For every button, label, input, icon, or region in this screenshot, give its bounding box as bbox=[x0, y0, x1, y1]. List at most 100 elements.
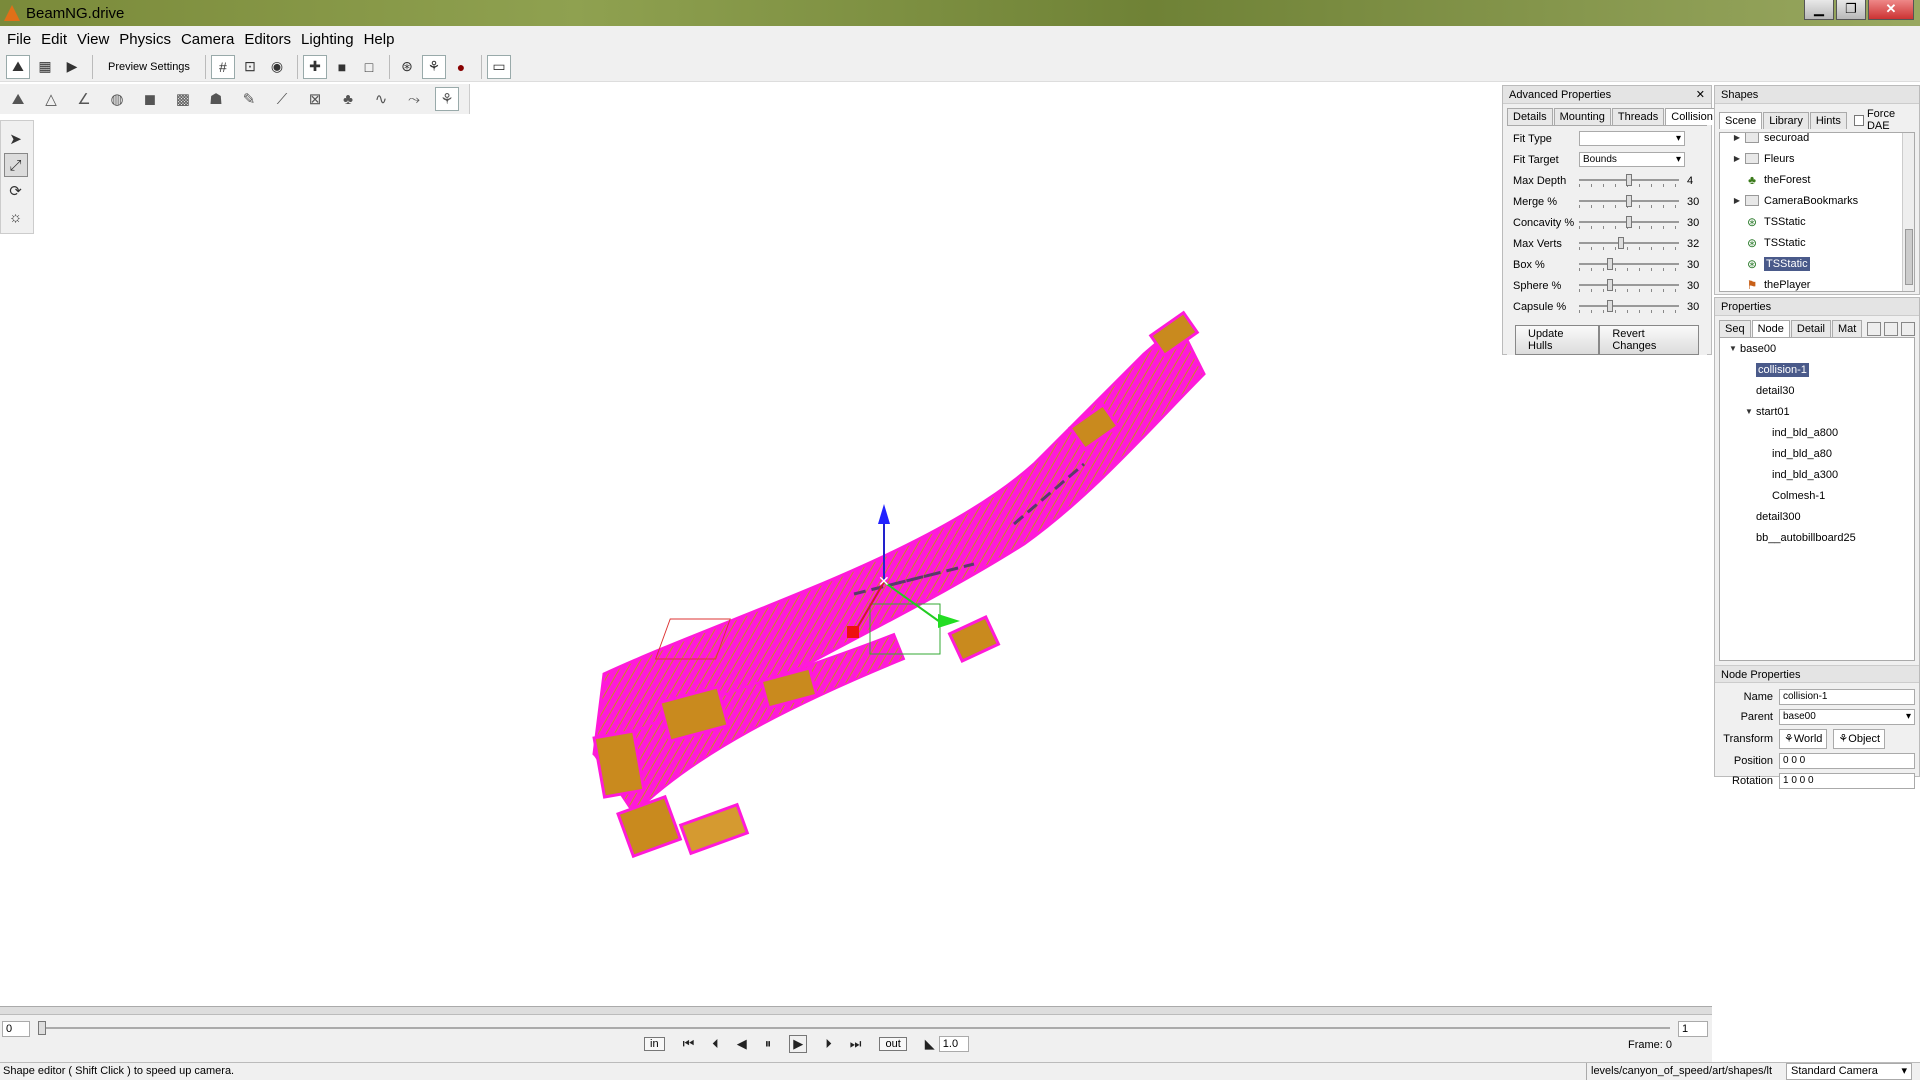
menu-view[interactable]: View bbox=[77, 31, 109, 48]
slider[interactable] bbox=[1579, 173, 1679, 189]
slider[interactable] bbox=[1579, 236, 1679, 252]
player-icon[interactable]: ☗ bbox=[204, 87, 228, 111]
camera-select[interactable]: Standard Camera bbox=[1786, 1063, 1912, 1080]
tab-scene[interactable]: Scene bbox=[1719, 111, 1763, 129]
timeline-thumb[interactable] bbox=[38, 1021, 46, 1035]
menu-edit[interactable]: Edit bbox=[41, 31, 67, 48]
scene-tree-item[interactable]: ♣ theForest bbox=[1720, 169, 1914, 190]
node-tree-item[interactable]: Colmesh-1 bbox=[1720, 485, 1914, 506]
step-forward-icon[interactable]: ⏵ bbox=[825, 1036, 832, 1052]
scene-tree-item[interactable]: ⊛ TSStatic bbox=[1720, 232, 1914, 253]
gui-editor-icon[interactable]: ▦ bbox=[33, 55, 57, 79]
maximize-button[interactable]: ❐ bbox=[1836, 0, 1866, 20]
node-tree-item[interactable]: ind_bld_a800 bbox=[1720, 422, 1914, 443]
slider-thumb[interactable] bbox=[1607, 278, 1614, 291]
move-tool-icon[interactable]: ⤢ bbox=[3, 153, 28, 177]
expand-arrow-icon[interactable]: ▼ bbox=[1726, 344, 1740, 353]
slider[interactable] bbox=[1579, 194, 1679, 210]
save-icon[interactable] bbox=[1867, 322, 1881, 336]
camera-icon[interactable]: ◉ bbox=[265, 55, 289, 79]
slider-thumb[interactable] bbox=[1607, 257, 1614, 270]
update-hulls-button[interactable]: Update Hulls bbox=[1515, 325, 1600, 355]
fit-type-select[interactable] bbox=[1579, 131, 1685, 146]
tab-seq[interactable]: Seq bbox=[1719, 320, 1751, 337]
object-icon[interactable]: ⊛ bbox=[395, 55, 419, 79]
frame-icon[interactable]: ⊠ bbox=[303, 87, 327, 111]
force-dae-checkbox[interactable]: Force DAE bbox=[1853, 108, 1915, 132]
parent-select[interactable]: base00 bbox=[1779, 709, 1915, 725]
world-button[interactable]: ⚘World bbox=[1779, 729, 1828, 749]
tab-mounting[interactable]: Mounting bbox=[1553, 108, 1611, 125]
scene-tree-item[interactable]: ▶ Fleurs bbox=[1720, 148, 1914, 169]
screen-icon[interactable]: ▭ bbox=[486, 54, 511, 79]
slider[interactable] bbox=[1579, 299, 1679, 315]
fit-target-select[interactable]: Bounds bbox=[1579, 152, 1685, 167]
in-button[interactable]: in bbox=[644, 1037, 665, 1051]
slider-thumb[interactable] bbox=[1626, 173, 1632, 186]
globe-icon[interactable]: ◍ bbox=[105, 87, 129, 111]
box-icon[interactable]: ■ bbox=[330, 55, 354, 79]
node-tree-item[interactable]: detail300 bbox=[1720, 506, 1914, 527]
world-editor-icon[interactable]: ⛰ bbox=[6, 54, 30, 79]
forest-icon[interactable]: ♣ bbox=[336, 87, 360, 111]
play-reverse-icon[interactable]: ◀ bbox=[737, 1036, 747, 1052]
snap-icon[interactable]: ✚ bbox=[302, 54, 327, 79]
pause-icon[interactable]: ⏸ bbox=[765, 1036, 772, 1052]
revert-changes-button[interactable]: Revert Changes bbox=[1599, 325, 1699, 355]
menu-help[interactable]: Help bbox=[364, 31, 395, 48]
timeline-end-field[interactable]: 1 bbox=[1678, 1021, 1708, 1037]
mesh-road-icon[interactable]: ⤳ bbox=[402, 87, 426, 111]
rotation-field[interactable]: 1 0 0 0 bbox=[1779, 773, 1915, 789]
scene-tree-item[interactable]: ▶ CameraBookmarks bbox=[1720, 190, 1914, 211]
close-button[interactable]: ✕ bbox=[1868, 0, 1914, 20]
name-field[interactable]: collision-1 bbox=[1779, 689, 1915, 705]
menu-editors[interactable]: Editors bbox=[244, 31, 291, 48]
tab-hints[interactable]: Hints bbox=[1809, 111, 1847, 129]
position-field[interactable]: 0 0 0 bbox=[1779, 753, 1915, 769]
material-icon[interactable]: ▩ bbox=[171, 87, 195, 111]
object-button[interactable]: ⚘Object bbox=[1833, 729, 1886, 749]
node-tree-item[interactable]: ind_bld_a300 bbox=[1720, 464, 1914, 485]
axis-icon[interactable]: ⚘ bbox=[421, 54, 446, 79]
scene-tree-item[interactable]: ▶ securoad bbox=[1720, 133, 1914, 148]
expand-arrow-icon[interactable]: ▼ bbox=[1742, 407, 1756, 416]
menu-camera[interactable]: Camera bbox=[181, 31, 234, 48]
mountain-icon[interactable]: △ bbox=[39, 87, 63, 111]
slider-thumb[interactable] bbox=[1626, 215, 1632, 228]
new-icon[interactable] bbox=[1884, 322, 1898, 336]
node-tree-item[interactable]: ▼ base00 bbox=[1720, 338, 1914, 359]
preview-settings-button[interactable]: Preview Settings bbox=[102, 61, 196, 73]
expand-arrow-icon[interactable]: ▶ bbox=[1730, 154, 1744, 163]
slider[interactable] bbox=[1579, 278, 1679, 294]
play-icon[interactable]: ▶ bbox=[789, 1035, 808, 1053]
select-arrow-icon[interactable]: ➤ bbox=[4, 127, 28, 151]
node-tree-item[interactable]: ind_bld_a80 bbox=[1720, 443, 1914, 464]
tab-node[interactable]: Node bbox=[1751, 320, 1790, 337]
slope-icon[interactable]: ∠ bbox=[72, 87, 96, 111]
tab-detail[interactable]: Detail bbox=[1790, 320, 1831, 337]
tab-mat[interactable]: Mat bbox=[1832, 320, 1863, 337]
play-game-icon[interactable]: ▶ bbox=[60, 55, 84, 79]
scene-tree-item[interactable]: ⚑ thePlayer bbox=[1720, 274, 1914, 292]
scrollbar[interactable] bbox=[1902, 133, 1914, 291]
cube-icon[interactable]: ◼ bbox=[138, 87, 162, 111]
menu-physics[interactable]: Physics bbox=[119, 31, 171, 48]
tab-collision[interactable]: Collision bbox=[1665, 108, 1719, 125]
timeline-start-field[interactable]: 0 bbox=[2, 1021, 30, 1037]
road-icon[interactable]: ⟋ bbox=[270, 87, 294, 111]
node-tree-item[interactable]: ▼ start01 bbox=[1720, 401, 1914, 422]
skip-end-icon[interactable]: ⏭ bbox=[850, 1036, 862, 1052]
brush-icon[interactable]: ✎ bbox=[237, 87, 261, 111]
tab-details[interactable]: Details bbox=[1507, 108, 1553, 125]
close-icon[interactable]: ✕ bbox=[1696, 86, 1705, 104]
grid-icon[interactable]: # bbox=[210, 54, 235, 79]
terrain-icon[interactable]: ⛰ bbox=[6, 87, 30, 111]
expand-arrow-icon[interactable]: ▶ bbox=[1730, 133, 1744, 142]
scene-tree-item[interactable]: ⊛ TSStatic bbox=[1720, 253, 1914, 274]
out-button[interactable]: out bbox=[879, 1037, 907, 1051]
node-tree-item[interactable]: detail30 bbox=[1720, 380, 1914, 401]
timeline-track[interactable] bbox=[40, 1027, 1670, 1029]
material-sphere-icon[interactable]: ● bbox=[449, 55, 473, 79]
tab-library[interactable]: Library bbox=[1763, 111, 1809, 129]
slider-thumb[interactable] bbox=[1607, 299, 1614, 312]
